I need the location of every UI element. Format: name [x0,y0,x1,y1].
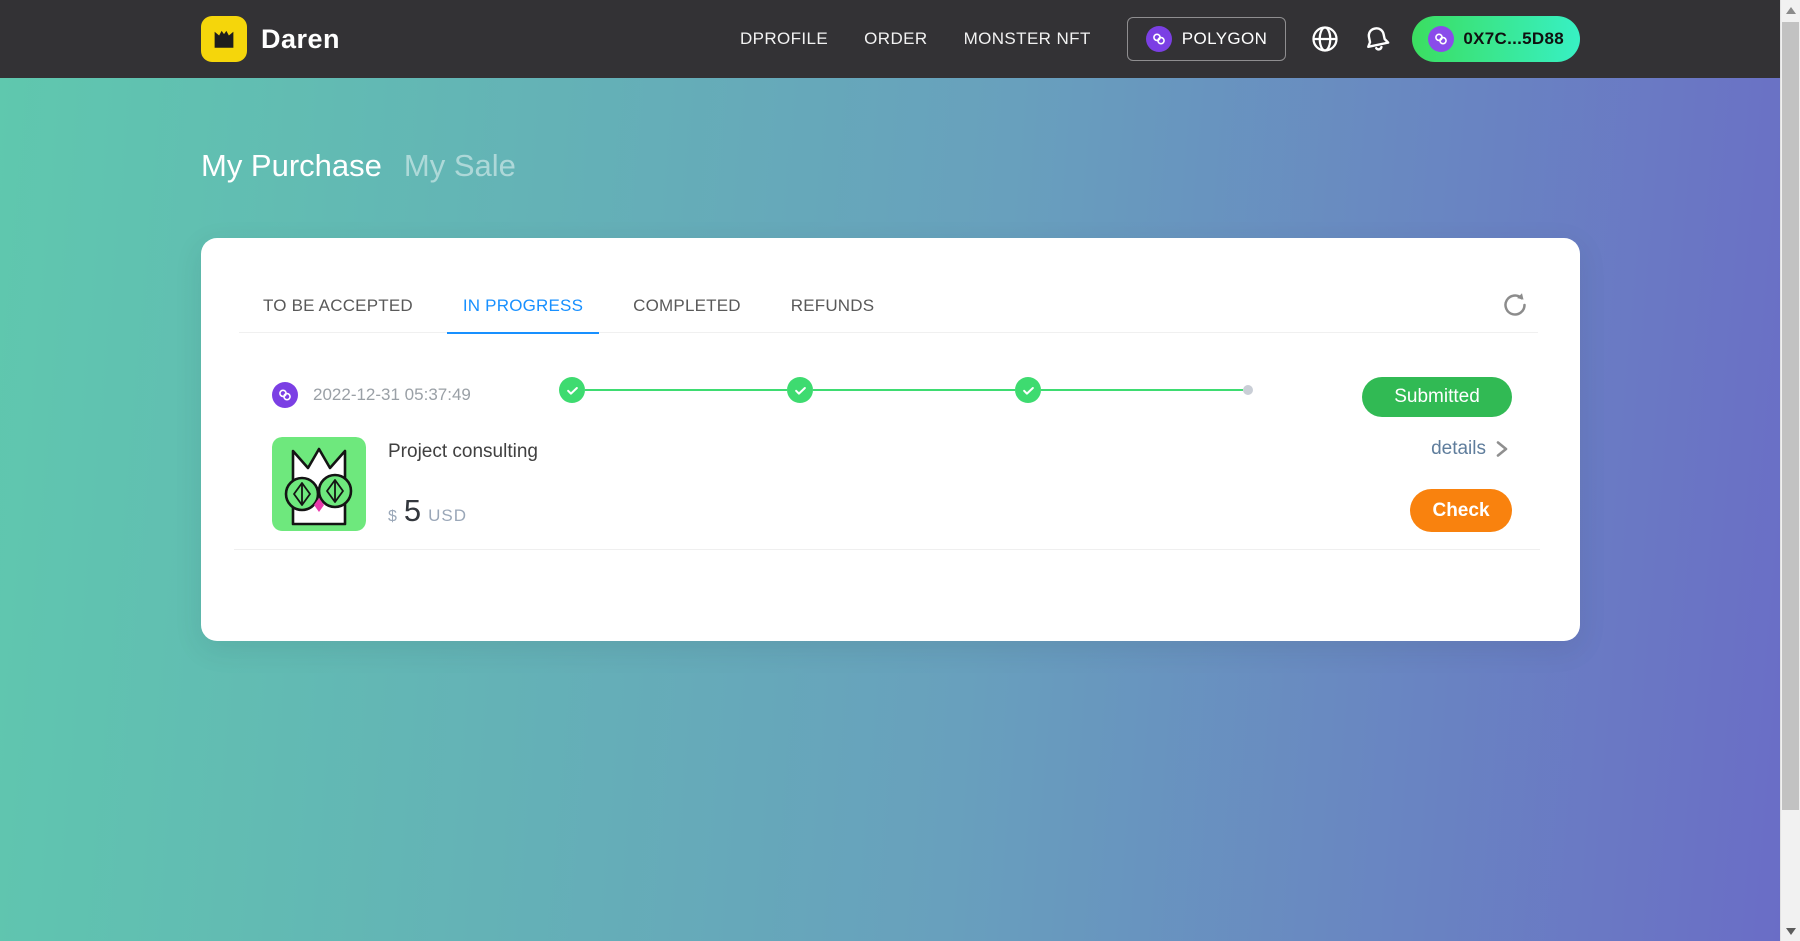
crown-icon [201,16,247,62]
refresh-icon [1504,293,1526,316]
tab-to-be-accepted[interactable]: TO BE ACCEPTED [247,281,429,333]
order-timestamp: 2022-12-31 05:37:49 [313,385,471,404]
tab-my-sale[interactable]: My Sale [404,148,516,184]
step-completed-icon [1015,377,1041,403]
notification-icon [1367,27,1390,51]
scrollbar-thumb[interactable] [1782,22,1799,810]
nav-link-monster-nft[interactable]: MONSTER NFT [964,29,1091,49]
polygon-icon [272,382,298,408]
product-title: Project consulting [388,441,538,462]
page-title-switcher: My Purchase My Sale [201,148,516,184]
details-label: details [1431,438,1486,459]
check-button[interactable]: Check [1410,489,1512,532]
navbar-right: DPROFILE ORDER MONSTER NFT POLYGON 0X7C.… [740,16,1580,62]
wallet-address-button[interactable]: 0X7C...5D88 [1412,16,1580,62]
tab-in-progress[interactable]: IN PROGRESS [446,281,600,334]
polygon-icon [1145,26,1172,52]
scrollbar-down-button[interactable] [1781,921,1800,941]
status-badge-submitted[interactable]: Submitted [1362,377,1512,417]
notification-button[interactable] [1360,22,1394,56]
top-navbar: Daren DPROFILE ORDER MONSTER NFT POLYGON [0,0,1780,78]
order-meta: 2022-12-31 05:37:49 [272,382,471,408]
network-label: POLYGON [1181,29,1268,48]
scrollbar-up-button[interactable] [1781,0,1800,20]
arrow-up-icon [1786,6,1796,14]
order-status-tabs: TO BE ACCEPTED IN PROGRESS COMPLETED REF… [239,281,1538,334]
browser-scrollbar[interactable] [1780,0,1800,941]
nft-image[interactable] [272,437,366,531]
language-globe-button[interactable] [1308,22,1342,56]
brand-name: Daren [261,23,341,54]
tab-completed[interactable]: COMPLETED [617,281,757,333]
orders-card: TO BE ACCEPTED IN PROGRESS COMPLETED REF… [201,238,1580,641]
step-completed-icon [559,377,585,403]
nav-link-dprofile[interactable]: DPROFILE [740,29,828,49]
step-pending-dot [1243,385,1253,395]
stepper-line [813,389,1015,391]
price-amount: 5 [403,493,422,528]
brand-logo[interactable]: Daren [201,16,340,62]
product-price: $ 5 USD [388,493,467,529]
order-stepper [559,377,1253,403]
nav-link-order[interactable]: ORDER [864,29,927,49]
currency-symbol: $ [388,508,397,525]
stepper-line [585,389,787,391]
page-background: Daren DPROFILE ORDER MONSTER NFT POLYGON [0,0,1780,941]
currency-code: USD [428,506,468,525]
tab-my-purchase[interactable]: My Purchase [201,148,382,184]
tab-refunds[interactable]: REFUNDS [775,281,891,333]
chevron-right-icon [1496,441,1508,457]
arrow-down-icon [1786,927,1796,935]
globe-icon [1312,26,1338,52]
wallet-address: 0X7C...5D88 [1463,29,1564,48]
row-divider [234,549,1540,550]
refresh-button[interactable] [1498,288,1532,322]
stepper-line [1041,389,1243,391]
polygon-icon [1428,26,1455,52]
step-completed-icon [787,377,813,403]
details-link[interactable]: details [1431,438,1510,460]
app-root: Daren DPROFILE ORDER MONSTER NFT POLYGON [0,0,1800,941]
network-selector-button[interactable]: POLYGON [1126,17,1287,61]
